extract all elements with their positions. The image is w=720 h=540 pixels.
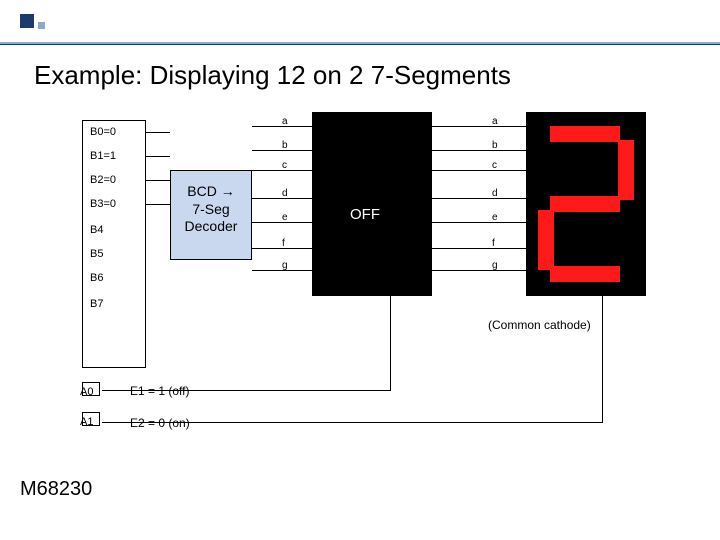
wire-g-mid [432,270,526,271]
lit-seg-e [538,210,554,270]
wire-b2 [146,180,170,181]
wire-f-mid [432,248,526,249]
pin-a1: A1 [80,416,93,428]
slide-title: Example: Displaying 12 on 2 7-Segments [34,60,511,91]
left-display-off: OFF [350,206,380,223]
lit-seg-a [550,126,620,142]
wire-b-mid [432,150,526,151]
seg-g-right: g [492,260,498,271]
pin-b3: B3=0 [90,198,116,210]
wire-b3 [146,204,170,205]
pin-b0: B0=0 [90,126,116,138]
seven-seg-display-left [312,112,432,296]
pin-b1: B1=1 [90,150,116,162]
lit-seg-b [618,140,634,200]
wire-b0 [146,132,170,133]
pin-b2: B2=0 [90,174,116,186]
lit-seg-d [550,266,620,282]
wire-e2-v [602,296,603,423]
enable-e2: E2 = 0 (on) [130,416,190,430]
seg-f-right: f [492,238,495,249]
pin-b4: B4 [90,224,103,236]
seg-b-left: b [282,140,288,151]
seg-c-right: c [492,160,497,171]
diagram-area: B0=0 B1=1 B2=0 B3=0 B4 B5 B6 B7 BCD → 7-… [60,120,660,420]
header-rule-accent [0,44,720,45]
seg-d-left: d [282,188,288,199]
wire-b1 [146,156,170,157]
wire-e1-h [102,390,390,391]
bullet-decoration [20,14,60,30]
enable-e1: E1 = 1 (off) [130,384,189,398]
wire-e1-v [390,296,391,391]
common-cathode-label: (Common cathode) [488,318,591,332]
seg-e-right: e [492,212,498,223]
decoder-label: BCD → 7-Seg Decoder [185,183,238,234]
seg-g-left: g [282,260,288,271]
wire-c-mid [432,170,526,171]
pin-b7: B7 [90,298,103,310]
lit-seg-g [550,196,620,212]
seg-e-left: e [282,212,288,223]
seg-f-left: f [282,238,285,249]
pin-b6: B6 [90,272,103,284]
seg-a-left: a [282,116,288,127]
pin-a0: A0 [80,386,93,398]
seg-b-right: b [492,140,498,151]
seg-d-right: d [492,188,498,199]
wire-e2-h [102,422,602,423]
seg-a-right: a [492,116,498,127]
pin-b5: B5 [90,248,103,260]
wire-e-mid [432,222,526,223]
chip-label: M68230 [20,478,92,501]
wire-d-mid [432,198,526,199]
wire-a-mid [432,126,526,127]
seven-seg-display-right [526,112,646,296]
bcd-decoder: BCD → 7-Seg Decoder [170,170,252,260]
seg-c-left: c [282,160,287,171]
